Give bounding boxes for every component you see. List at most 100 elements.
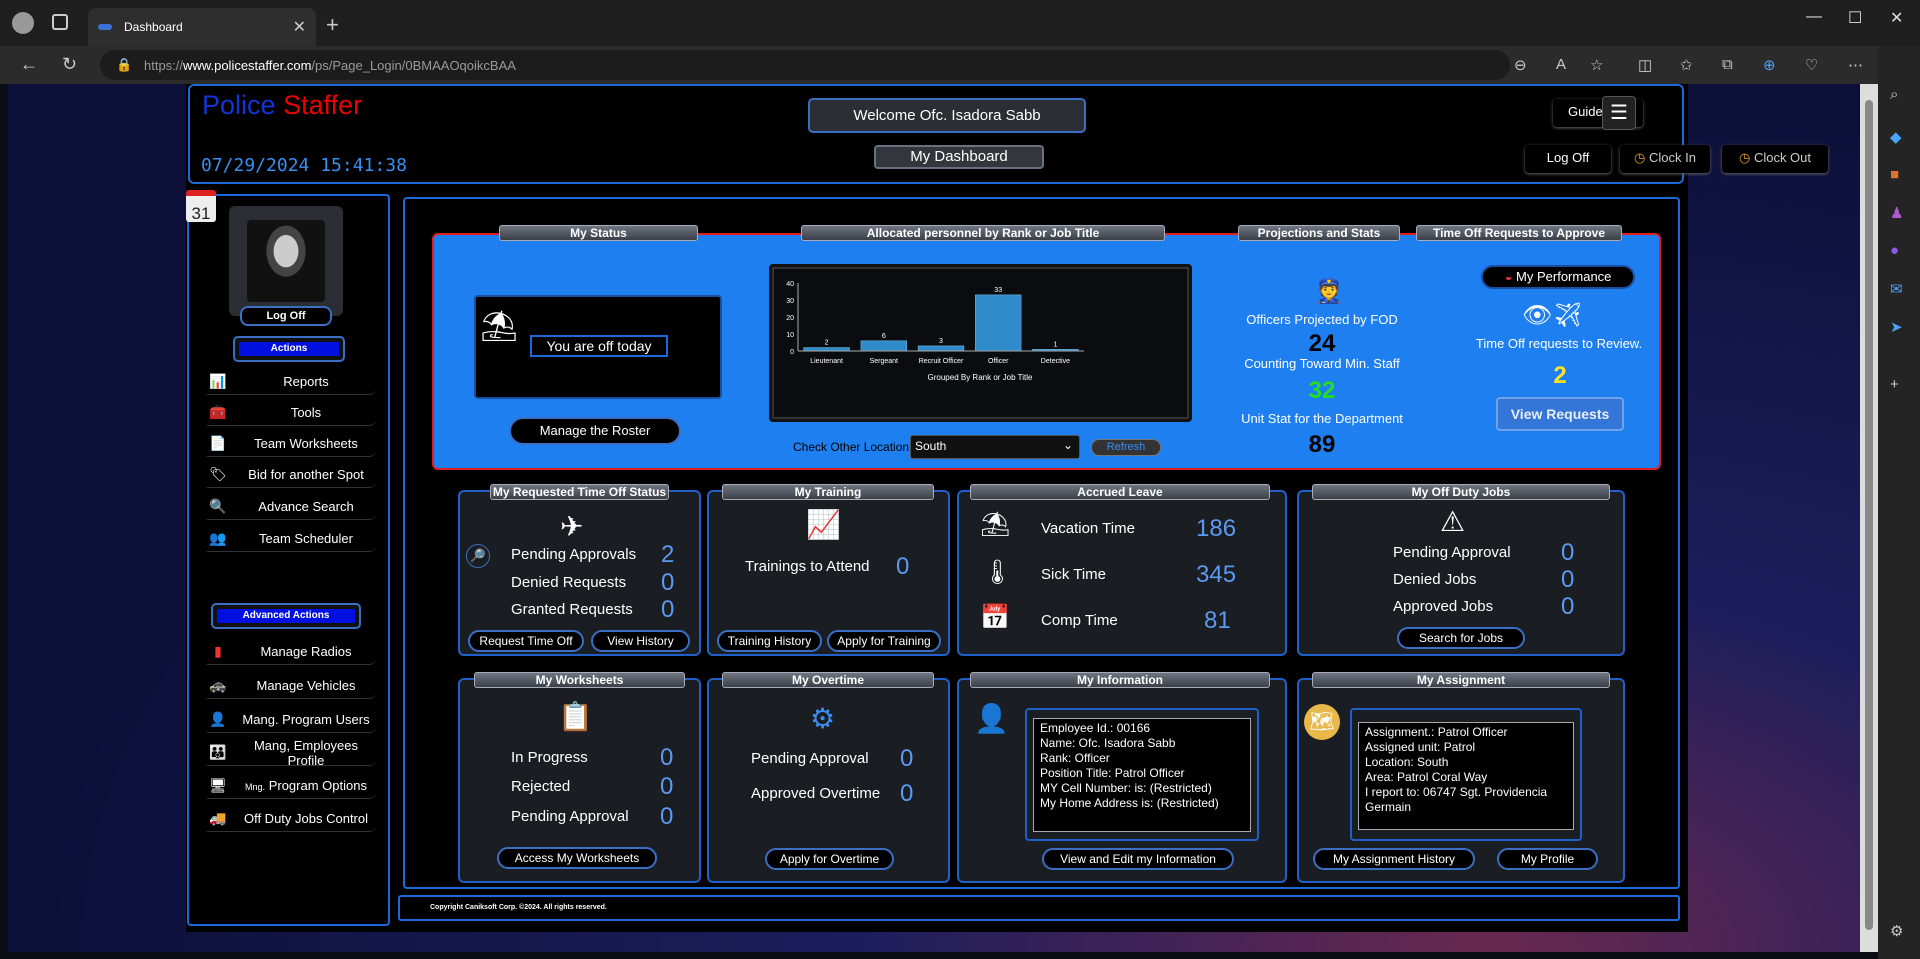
tools-icon[interactable]: ■ xyxy=(1890,166,1899,183)
view-history-button[interactable]: View History xyxy=(591,630,690,652)
vacation-icon: ⛱ xyxy=(980,511,1011,538)
sidebar-item-off-duty-control[interactable]: 🚚 Off Duty Jobs Control xyxy=(207,806,377,832)
sidebar-item-manage-radios[interactable]: ▮ Manage Radios xyxy=(207,639,377,665)
training-history-button[interactable]: Training History xyxy=(717,630,822,652)
edit-information-button[interactable]: View and Edit my Information xyxy=(1042,848,1234,870)
scrollbar-thumb[interactable] xyxy=(1865,100,1873,930)
pending-approvals-label: Pending Approvals xyxy=(511,546,637,563)
my-profile-button[interactable]: My Profile xyxy=(1497,848,1598,870)
scheduler-icon: 👥 xyxy=(209,530,227,546)
worksheets-title: My Worksheets xyxy=(474,672,685,688)
app-logo[interactable]: Police Staffer xyxy=(202,90,362,121)
send-icon[interactable]: ➤ xyxy=(1890,318,1903,336)
sidebar-item-bid[interactable]: 🏷 Bid for another Spot xyxy=(207,462,377,488)
avatar xyxy=(229,206,343,316)
sidebar-log-off-button[interactable]: Log Off xyxy=(240,306,332,326)
chart-bar[interactable] xyxy=(803,347,850,352)
clock-in-button[interactable]: ◷ Clock In xyxy=(1620,145,1710,173)
bar-value-label: 33 xyxy=(994,287,1002,294)
sidebar-item-program-users[interactable]: 👤 Mang. Program Users xyxy=(207,707,377,733)
sidebar-item-program-options[interactable]: 🖥 Mng. Program Options xyxy=(207,773,377,799)
location-value: South xyxy=(915,439,947,453)
bar-value-label: 1 xyxy=(1053,341,1057,348)
information-textarea[interactable]: Employee Id.: 00166 Name: Ofc. Isadora S… xyxy=(1033,718,1251,832)
chart-bar[interactable] xyxy=(860,340,907,352)
games-icon[interactable]: ♟ xyxy=(1890,204,1903,222)
read-aloud-icon[interactable]: A xyxy=(1556,56,1566,73)
assignment-line: Area: Patrol Coral Way xyxy=(1365,770,1488,784)
reload-icon[interactable]: ↻ xyxy=(62,54,77,75)
manage-roster-button[interactable]: Manage the Roster xyxy=(509,417,681,445)
maximize-icon[interactable]: ☐ xyxy=(1848,8,1862,28)
job-alert-icon: ⚠ xyxy=(1440,506,1466,537)
shopping-icon[interactable]: ◆ xyxy=(1890,128,1902,146)
sidebar-item-team-worksheets[interactable]: 📄 Team Worksheets xyxy=(207,431,377,457)
y-tick-label: 10 xyxy=(786,332,794,339)
reports-icon: 📊 xyxy=(209,373,227,389)
info-line: My Home Address is: (Restricted) xyxy=(1040,796,1219,810)
sidebar-item-reports[interactable]: 📊 Reports xyxy=(207,369,377,395)
browser-tab[interactable]: Dashboard ✕ xyxy=(88,8,316,46)
assignment-history-button[interactable]: My Assignment History xyxy=(1313,848,1475,870)
sick-time-value: 345 xyxy=(1196,561,1237,588)
new-tab-icon[interactable]: + xyxy=(326,12,339,38)
sidebar-item-team-scheduler[interactable]: 👥 Team Scheduler xyxy=(207,526,377,552)
vehicle-icon: 🚓 xyxy=(209,677,227,693)
bar-value-label: 2 xyxy=(825,340,829,347)
clock-out-button[interactable]: ◷ Clock Out xyxy=(1722,145,1828,173)
view-requests-button[interactable]: View Requests xyxy=(1496,397,1624,431)
training-board-icon: 📈 xyxy=(806,509,841,540)
settings-icon[interactable]: ⚙ xyxy=(1890,922,1903,940)
collections-icon[interactable]: ⧉ xyxy=(1722,56,1733,73)
rejected-label: Rejected xyxy=(511,778,571,795)
pending-approvals-value: 2 xyxy=(661,541,675,568)
sidebar-item-advance-search[interactable]: 🔍 Advance Search xyxy=(207,494,377,520)
split-screen-icon[interactable]: ◫ xyxy=(1638,56,1652,74)
search-circle-icon[interactable]: 🔎 xyxy=(466,544,490,568)
copilot-app-icon[interactable]: ● xyxy=(1890,242,1899,259)
request-time-off-button[interactable]: Request Time Off xyxy=(468,630,584,652)
access-worksheets-button[interactable]: Access My Worksheets xyxy=(497,847,657,869)
sidebar-item-employees-profile[interactable]: 👪 Mang, Employees Profile xyxy=(207,738,377,768)
assignment-line: Assigned unit: Patrol xyxy=(1365,740,1476,754)
my-performance-button[interactable]: ◒ My Performance xyxy=(1481,265,1635,289)
favorites-icon[interactable]: ✩ xyxy=(1680,56,1693,74)
sidebar-item-manage-vehicles[interactable]: 🚓 Manage Vehicles xyxy=(207,673,377,699)
refresh-button[interactable]: Refresh xyxy=(1091,439,1161,456)
add-app-icon[interactable]: + xyxy=(1890,376,1899,393)
apply-overtime-button[interactable]: Apply for Overtime xyxy=(765,848,894,870)
browser-essentials-icon[interactable]: ♡ xyxy=(1805,56,1818,74)
outlook-icon[interactable]: ✉ xyxy=(1890,280,1903,298)
sidebar: 31 Log Off Actions 📊 Reports 🧰 Tools 📄 Team… xyxy=(186,190,390,926)
more-menu-icon[interactable]: ⋯ xyxy=(1848,56,1863,74)
profile-icon[interactable] xyxy=(12,12,34,34)
worksheet-pending-value: 0 xyxy=(660,803,674,830)
search-icon[interactable]: ⌕ xyxy=(1890,86,1898,103)
location-select[interactable]: South ⌄ xyxy=(910,435,1080,459)
calendar-icon[interactable]: 31 xyxy=(186,190,216,223)
actions-header: Actions xyxy=(233,336,345,362)
close-tab-icon[interactable]: ✕ xyxy=(293,17,306,37)
minimize-icon[interactable]: — xyxy=(1806,8,1822,26)
counting-label: Counting Toward Min. Staff xyxy=(1244,356,1400,371)
hamburger-menu-icon[interactable]: ☰ xyxy=(1602,96,1636,130)
zoom-icon[interactable]: ⊖ xyxy=(1514,56,1527,74)
apply-training-button[interactable]: Apply for Training xyxy=(827,630,941,652)
downloads-icon[interactable]: ⊕ xyxy=(1763,56,1776,74)
log-off-button[interactable]: Log Off xyxy=(1525,145,1611,173)
back-icon[interactable]: ← xyxy=(20,54,38,75)
favorite-star-icon[interactable]: ☆ xyxy=(1590,56,1603,74)
sidebar-item-tools[interactable]: 🧰 Tools xyxy=(207,400,377,426)
chart-bar[interactable] xyxy=(975,294,1022,352)
worksheets-icon: 📄 xyxy=(209,435,227,451)
vertical-scrollbar[interactable] xyxy=(1860,84,1878,952)
chart-bar[interactable] xyxy=(917,345,965,352)
assignment-textarea[interactable]: Assignment.: Patrol Officer Assigned uni… xyxy=(1358,722,1574,830)
sidebar-item-label: Reports xyxy=(283,374,329,389)
search-jobs-button[interactable]: Search for Jobs xyxy=(1397,627,1525,649)
close-window-icon[interactable]: ✕ xyxy=(1890,8,1903,28)
granted-requests-label: Granted Requests xyxy=(511,601,633,618)
url-field[interactable]: 🔒 https://www.policestaffer.com/ps/Page_… xyxy=(100,50,1510,80)
tab-actions-icon[interactable] xyxy=(52,14,68,30)
assignment-title: My Assignment xyxy=(1312,672,1610,688)
